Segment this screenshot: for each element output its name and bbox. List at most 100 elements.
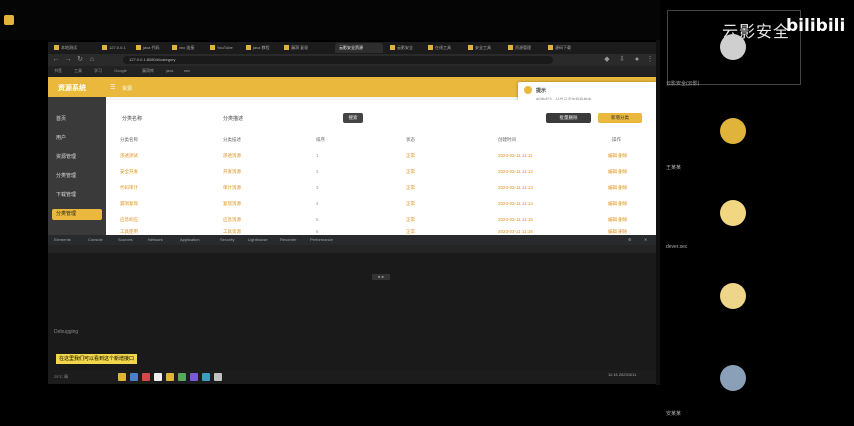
participant-avatar[interactable] [720,283,746,309]
participant-name: dever.sec [666,244,688,250]
placeholder-box: ■ ■ [372,274,390,280]
browser-tab[interactable]: 资源管理 [508,44,531,52]
table-cell: 正常 [406,201,415,206]
settings-icon[interactable]: ⚙ [628,237,632,242]
sidebar-item[interactable]: 下载管理 [52,190,102,201]
app-logo[interactable]: 资源系统 [58,83,86,93]
taskbar-app-icon[interactable] [202,373,210,381]
row-actions[interactable]: 编辑 删除 [608,185,627,191]
breadcrumb: 资源 [122,86,133,92]
taskbar-app-icon[interactable] [178,373,186,381]
sidebar-item[interactable]: 分类管理 [52,171,102,182]
browser-tab[interactable]: vnc 连接 [172,44,194,52]
bookmark-item[interactable]: 书签 [54,68,62,74]
bookmark-item[interactable]: 学习 [94,68,102,74]
reload-icon[interactable]: ↻ [76,56,84,64]
tab-favicon-icon [390,45,395,51]
devtools-toolbar [48,235,658,245]
bookmarks-bar [48,66,658,76]
browser-tab[interactable]: 漏洞 复现 [284,44,308,52]
menu-fold-icon[interactable]: ☰ [110,84,115,91]
info-icon [524,86,532,94]
download-icon[interactable]: ⇩ [618,56,626,64]
browser-tab[interactable]: java 教程 [246,44,269,52]
participant-avatar[interactable] [720,34,746,60]
participant-name: 王某某 [666,165,682,171]
divider [656,40,660,385]
devtools-panel [48,253,658,370]
table-cell: 正常 [406,217,415,222]
bookmark-item[interactable]: Google [114,68,127,73]
browser-tab[interactable]: 127.0.0.1 [102,44,126,52]
taskbar-app-icon[interactable] [214,373,222,381]
tab-favicon-icon [54,45,59,51]
sidebar-item-active[interactable]: 分类管理 [52,209,102,220]
devtools-tab[interactable]: Security [220,237,234,242]
browser-tab[interactable]: 在线工具 [428,44,451,52]
sidebar-item[interactable]: 资源管理 [52,152,102,163]
profile-icon[interactable]: ● [633,56,641,64]
add-category-button[interactable]: 新增分类 [598,113,642,123]
search-button[interactable]: 搜索 [343,113,363,123]
taskbar-app-icon[interactable] [154,373,162,381]
table-cell: 正常 [406,153,415,158]
tab-active[interactable]: 云影安全资源 [335,43,383,53]
table-cell: 2023-03-11 11:12 [498,169,533,174]
home-icon[interactable]: ⌂ [88,56,96,64]
taskbar-app-icon[interactable] [190,373,198,381]
weather-widget[interactable]: 25°C 晴 [54,374,68,380]
browser-tab[interactable]: 安全工具 [468,44,491,52]
row-actions[interactable]: 编辑 删除 [608,153,627,159]
tab-favicon-icon [210,45,215,51]
bookmark-item[interactable]: java [166,68,173,73]
table-cell: 审计资源 [223,185,241,190]
taskbar-app-icon[interactable] [130,373,138,381]
forward-icon[interactable]: → [64,56,72,64]
sidebar-item[interactable]: 用户 [52,133,102,144]
row-actions[interactable]: 编辑 删除 [608,169,627,175]
browser-tab[interactable]: 源码下载 [548,44,571,52]
taskbar-app-icon[interactable] [118,373,126,381]
extension-icon[interactable]: ◆ [603,56,611,64]
devtools-tab[interactable]: Application [180,237,200,242]
devtools-tab[interactable]: Performance [310,237,333,242]
taskbar [48,370,658,384]
active-tab-label: 云影安全资源 [339,45,363,50]
browser-tab[interactable]: 本地测试 [54,44,77,52]
table-cell: 6 [316,229,319,234]
sidebar-item[interactable]: 首页 [52,114,102,125]
participant-avatar[interactable] [720,365,746,391]
devtools-tab[interactable]: Elements [54,237,71,242]
devtools-tab[interactable]: Network [148,237,163,242]
table-cell: 渗透资源 [223,153,241,158]
devtools-tab[interactable]: Lighthouse [248,237,268,242]
tab-favicon-icon [102,45,107,51]
taskbar-app-icon[interactable] [142,373,150,381]
table-cell: 代码审计 [120,185,138,190]
column-header: 分类名称 [120,137,138,142]
row-actions[interactable]: 编辑 删除 [608,217,627,223]
taskbar-app-icon[interactable] [166,373,174,381]
tab-favicon-icon [284,45,289,51]
row-actions[interactable]: 编辑 删除 [608,201,627,207]
browser-tab[interactable]: java 代码 [136,44,159,52]
browser-tab[interactable]: YouTube [210,44,233,52]
participant-name: 安某某 [666,411,682,417]
devtools-tab[interactable]: Sources [118,237,133,242]
participant-avatar[interactable] [720,200,746,226]
participant-name: 云影安全(云影) [666,81,700,87]
menu-icon[interactable]: ⋮ [646,56,654,64]
table-cell: 2023-03-11 11:11 [498,153,533,158]
tab-favicon-icon [468,45,473,51]
devtools-tab[interactable]: Recorder [280,237,296,242]
bookmark-item[interactable]: 工具 [74,68,82,74]
browser-tab[interactable]: 云影安全 [390,44,413,52]
back-icon[interactable]: ← [52,56,60,64]
address-input[interactable]: 127.0.0.1:8080/#/category [123,56,553,64]
bookmark-item[interactable]: 漏洞库 [142,68,154,74]
batch-delete-button[interactable]: 批量删除 [546,113,591,123]
participant-avatar[interactable] [720,118,746,144]
devtools-tab[interactable]: Console [88,237,103,242]
bookmark-item[interactable]: sec [184,68,190,73]
close-icon[interactable]: ✕ [644,237,647,242]
